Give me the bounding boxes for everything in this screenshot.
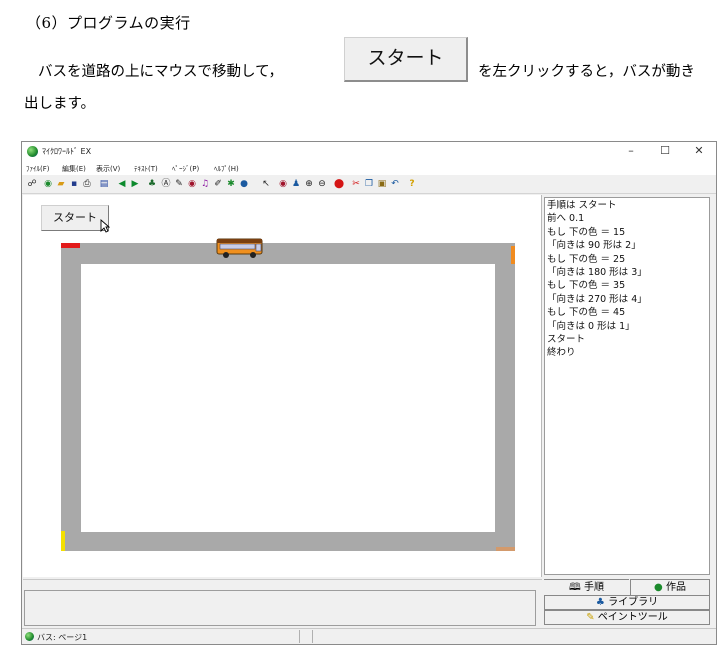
program-line: 「向きは 180 形は 3」 [547,267,647,279]
music-note-icon[interactable]: ♫ [199,178,211,190]
title-bar: ﾏｲｸﾛﾜｰﾙﾄﾞ EX – ☐ ✕ [22,142,716,162]
message-area [24,590,536,626]
status-bar: バス: ページ1 [22,628,716,644]
program-line: もし 下の色 ＝ 35 [547,280,626,292]
lower-panel-divider [23,579,542,589]
menu-bar: ﾌｧｲﾙ(F) 編集(E) 表示(V) ﾃｷｽﾄ(T) ﾍﾟｰｼﾞ(P) ﾍﾙﾌ… [22,162,716,175]
undo-icon[interactable]: ↶ [389,178,401,190]
menu-help[interactable]: ﾍﾙﾌﾟ(H) [214,164,239,174]
toolbar-mode-icon[interactable]: ☍ [26,178,38,190]
status-text: バス: ページ1 [37,633,88,642]
corner-color-tan [496,547,515,551]
open-folder-icon[interactable]: ▰ [55,178,67,190]
globe-app-icon [27,146,38,157]
menu-page[interactable]: ﾍﾟｰｼﾞ(P) [172,164,199,174]
program-line: 「向きは 90 形は 2」 [547,240,641,252]
app-window: ﾏｲｸﾛﾜｰﾙﾄﾞ EX – ☐ ✕ ﾌｧｲﾙ(F) 編集(E) 表示(V) ﾃ… [21,141,717,645]
world-globe-icon[interactable]: ● [238,178,250,190]
paint-tool-button[interactable]: ✎ ペイントツール [544,610,710,625]
brush-icon[interactable]: ✎ [173,178,185,190]
paste-icon[interactable]: ▣ [376,178,388,190]
document-instruction-start: バスを道路の上にマウスで移動して， [38,64,284,80]
bus-character[interactable] [216,237,264,259]
copy-icon[interactable]: ❐ [363,178,375,190]
cut-scissors-icon[interactable]: ✂ [350,178,362,190]
book-icon: 🕮 [569,582,581,593]
document-instruction-continued: 出します。 [24,96,96,112]
corner-color-orange [511,246,515,264]
program-line: もし 下の色 ＝ 25 [547,253,626,265]
zoom-in-icon[interactable]: ⊕ [303,178,315,190]
program-line: 前へ 0.1 [547,213,585,225]
document-instruction-end: を左クリックすると，バスが動き [478,64,695,80]
program-line: 「向きは 0 形は 1」 [547,320,635,332]
text-box-icon[interactable]: Ⓐ [160,178,172,190]
page-list-icon[interactable]: ▤ [98,178,110,190]
pen-icon[interactable]: ✐ [212,178,224,190]
program-line: 「向きは 270 形は 4」 [547,293,647,305]
new-world-icon[interactable]: ◉ [42,178,54,190]
figure-icon[interactable]: ✱ [225,178,237,190]
tab-procedure[interactable]: 🕮 手順 [544,579,629,595]
program-line: 終わり [547,347,576,359]
library-icon: ♣ [595,597,605,608]
menu-edit[interactable]: 編集(E) [62,164,86,174]
program-panel[interactable]: 手順は スタート 前へ 0.1 もし 下の色 ＝ 15 「向きは 90 形は 2… [544,197,710,575]
program-code: 手順は スタート 前へ 0.1 もし 下の色 ＝ 15 「向きは 90 形は 2… [545,198,709,361]
program-line: 手順は スタート [547,200,617,211]
close-button[interactable]: ✕ [688,144,710,157]
document-start-button-image: スタート [344,37,468,82]
program-line: もし 下の色 ＝ 45 [547,307,626,319]
status-globe-icon [25,632,34,641]
menu-text[interactable]: ﾃｷｽﾄ(T) [134,164,158,174]
road-inner-field [81,264,495,532]
zoom-out-icon[interactable]: ⊖ [316,178,328,190]
status-divider [312,630,313,643]
world-canvas[interactable]: スタート [23,195,542,577]
tab-procedure-label: 手順 [583,582,604,593]
document-heading: （6）プログラムの実行 [26,14,191,32]
library-button[interactable]: ♣ ライブラリ [544,595,710,610]
mouse-cursor-icon [100,219,110,233]
view-eye-icon[interactable]: ◉ [277,178,289,190]
library-button-label: ライブラリ [608,597,659,608]
stop-icon[interactable]: ⬤ [333,178,345,190]
corner-color-yellow [61,531,65,551]
minimize-button[interactable]: – [620,144,642,157]
window-title: ﾏｲｸﾛﾜｰﾙﾄﾞ EX [42,147,92,156]
globe-icon: ● [654,582,663,593]
paint-tool-button-label: ペイントツール [597,612,668,623]
start-button[interactable]: スタート [41,205,109,231]
eye-icon[interactable]: ◉ [186,178,198,190]
corner-color-red [61,243,80,248]
paintbrush-icon: ✎ [586,612,595,623]
program-line: スタート [547,334,586,346]
person-icon[interactable]: ♟ [290,178,302,190]
menu-view[interactable]: 表示(V) [96,164,120,174]
road [61,243,515,551]
program-line: もし 下の色 ＝ 15 [547,226,626,238]
character-icon[interactable]: ♣ [146,178,158,190]
status-divider [299,630,300,643]
tab-works-label: 作品 [665,582,686,593]
help-question-icon[interactable]: ? [406,178,418,190]
previous-page-icon[interactable]: ◀ [116,178,128,190]
toolbar: ☍ ◉ ▰ ▪ ⎙ ▤ ◀ ▶ ♣ Ⓐ ✎ ◉ ♫ ✐ ✱ ● ↖ ◉ ♟ ⊕ … [22,176,716,194]
pointer-arrow-icon[interactable]: ↖ [260,178,272,190]
menu-file[interactable]: ﾌｧｲﾙ(F) [26,164,50,174]
tab-works[interactable]: ● 作品 [630,579,710,595]
maximize-button[interactable]: ☐ [654,144,676,157]
save-disk-icon[interactable]: ▪ [68,178,80,190]
panel-tabs: 🕮 手順 ● 作品 [544,579,710,595]
print-icon[interactable]: ⎙ [81,178,93,190]
next-page-icon[interactable]: ▶ [129,178,141,190]
